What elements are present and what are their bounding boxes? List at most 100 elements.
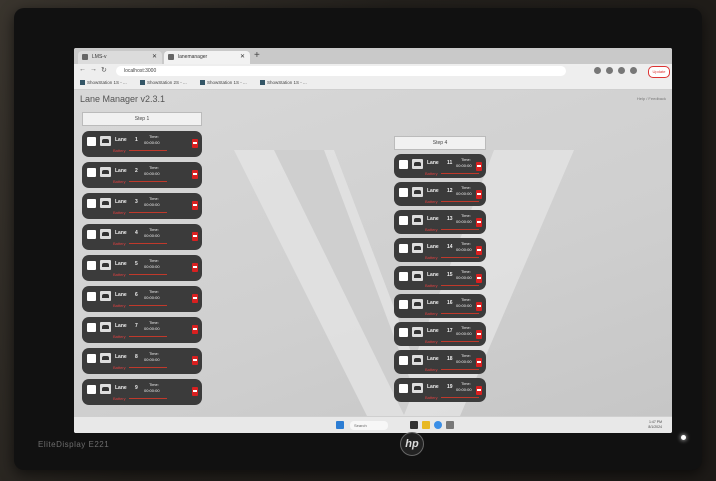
bookmark-item[interactable]: ShowStation 2S - ...	[140, 80, 187, 86]
back-icon[interactable]: ←	[79, 66, 86, 73]
lane-card[interactable]: Lane 5 Time: 00:00:00 Battery	[82, 255, 202, 281]
lane-checkbox[interactable]	[87, 292, 96, 301]
stop-button-icon[interactable]	[192, 201, 198, 210]
forward-icon[interactable]: →	[90, 66, 97, 73]
stop-button-icon[interactable]	[476, 358, 482, 367]
lane-checkbox[interactable]	[399, 160, 408, 169]
stop-button-icon[interactable]	[192, 232, 198, 241]
extension-icon[interactable]	[618, 67, 625, 74]
lane-card[interactable]: Lane 4 Time: 00:00:00 Battery	[82, 224, 202, 250]
lane-card[interactable]: Lane 2 Time: 00:00:00 Battery	[82, 162, 202, 188]
task-view-icon[interactable]	[410, 421, 418, 429]
bookmark-item[interactable]: ShowStation 1S - ...	[260, 80, 307, 86]
battery-label: Battery	[425, 367, 438, 372]
lane-card[interactable]: Lane 8 Time: 00:00:00 Battery	[82, 348, 202, 374]
stop-button-icon[interactable]	[192, 387, 198, 396]
close-tab-icon[interactable]: ✕	[240, 51, 245, 64]
app-icon[interactable]	[446, 421, 454, 429]
chrome-icon[interactable]	[434, 421, 442, 429]
stop-button-icon[interactable]	[476, 246, 482, 255]
lane-checkbox[interactable]	[399, 356, 408, 365]
profile-icon[interactable]	[630, 67, 637, 74]
stop-button-icon[interactable]	[476, 302, 482, 311]
lane-card[interactable]: Lane 6 Time: 00:00:00 Battery	[82, 286, 202, 312]
lane-card[interactable]: Lane 16 Time: 00:00:00 Battery	[394, 294, 486, 318]
battery-label: Battery	[113, 334, 126, 339]
lane-checkbox[interactable]	[87, 261, 96, 270]
lane-card[interactable]: Lane 13 Time: 00:00:00 Battery	[394, 210, 486, 234]
vehicle-icon	[100, 198, 111, 208]
battery-level-line	[441, 341, 479, 342]
stop-button-icon[interactable]	[476, 162, 482, 171]
lane-label: Lane	[115, 354, 127, 360]
lane-checkbox[interactable]	[87, 199, 96, 208]
extension-icon[interactable]	[606, 67, 613, 74]
lane-card[interactable]: Lane 12 Time: 00:00:00 Battery	[394, 182, 486, 206]
lane-checkbox[interactable]	[87, 230, 96, 239]
lane-card[interactable]: Lane 11 Time: 00:00:00 Battery	[394, 154, 486, 178]
stop-button-icon[interactable]	[192, 294, 198, 303]
lane-checkbox[interactable]	[399, 300, 408, 309]
help-link[interactable]: Help / Feedback	[637, 96, 666, 101]
lane-checkbox[interactable]	[87, 323, 96, 332]
lane-number: 18	[447, 356, 453, 362]
stop-button-icon[interactable]	[476, 330, 482, 339]
monitor: LMS-v ✕ lanemanager ✕ + ← → ↻ localhost:…	[14, 8, 702, 470]
update-button[interactable]: Update	[648, 66, 670, 78]
lane-checkbox[interactable]	[87, 354, 96, 363]
lane-checkbox[interactable]	[399, 216, 408, 225]
new-tab-icon[interactable]: +	[254, 50, 260, 61]
lane-card[interactable]: Lane 1 Time: 00:00:00 Battery	[82, 131, 202, 157]
windows-start-icon[interactable]	[336, 421, 344, 429]
stop-button-icon[interactable]	[476, 190, 482, 199]
lane-card[interactable]: Lane 7 Time: 00:00:00 Battery	[82, 317, 202, 343]
reload-icon[interactable]: ↻	[101, 66, 107, 74]
bookmark-item[interactable]: ShowStation 1S - ...	[80, 80, 127, 86]
time-label: Time:	[149, 196, 159, 201]
bookmark-icon	[140, 80, 145, 86]
step-column-4: Step 4 Lane 11 Time: 00:00:00 Battery Lane 12 T…	[394, 136, 486, 402]
taskbar-search[interactable]: Search	[350, 421, 388, 430]
lane-card[interactable]: Lane 19 Time: 00:00:00 Battery	[394, 378, 486, 402]
stop-button-icon[interactable]	[476, 386, 482, 395]
battery-level-line	[441, 229, 479, 230]
lane-checkbox[interactable]	[399, 328, 408, 337]
lane-card[interactable]: Lane 9 Time: 00:00:00 Battery	[82, 379, 202, 405]
browser-tab-1[interactable]: LMS-v ✕	[78, 51, 162, 64]
lane-number: 19	[447, 384, 453, 390]
lane-checkbox[interactable]	[399, 188, 408, 197]
battery-label: Battery	[425, 255, 438, 260]
lane-checkbox[interactable]	[87, 168, 96, 177]
taskbar-clock: 1:47 PM 8/1/2024	[648, 420, 662, 430]
vehicle-icon	[100, 136, 111, 146]
stop-button-icon[interactable]	[192, 325, 198, 334]
lane-checkbox[interactable]	[87, 385, 96, 394]
lane-checkbox[interactable]	[399, 384, 408, 393]
vehicle-icon	[412, 159, 423, 169]
stop-button-icon[interactable]	[192, 139, 198, 148]
hp-logo: hp	[400, 432, 424, 456]
lane-card[interactable]: Lane 18 Time: 00:00:00 Battery	[394, 350, 486, 374]
stop-button-icon[interactable]	[192, 170, 198, 179]
stop-button-icon[interactable]	[192, 356, 198, 365]
browser-tab-2[interactable]: lanemanager ✕	[164, 51, 250, 64]
lane-card[interactable]: Lane 3 Time: 00:00:00 Battery	[82, 193, 202, 219]
lane-checkbox[interactable]	[87, 137, 96, 146]
battery-level-line	[129, 150, 167, 151]
lane-checkbox[interactable]	[399, 244, 408, 253]
lane-label: Lane	[427, 244, 439, 250]
close-tab-icon[interactable]: ✕	[152, 51, 157, 64]
bookmark-item[interactable]: ShowStation 1S - ...	[200, 80, 247, 86]
lane-card[interactable]: Lane 14 Time: 00:00:00 Battery	[394, 238, 486, 262]
battery-label: Battery	[425, 227, 438, 232]
lane-card[interactable]: Lane 15 Time: 00:00:00 Battery	[394, 266, 486, 290]
url-field[interactable]: localhost:3000	[116, 66, 566, 76]
lane-card[interactable]: Lane 17 Time: 00:00:00 Battery	[394, 322, 486, 346]
extension-icon[interactable]	[594, 67, 601, 74]
battery-level-line	[441, 313, 479, 314]
lane-checkbox[interactable]	[399, 272, 408, 281]
stop-button-icon[interactable]	[192, 263, 198, 272]
stop-button-icon[interactable]	[476, 218, 482, 227]
stop-button-icon[interactable]	[476, 274, 482, 283]
file-explorer-icon[interactable]	[422, 421, 430, 429]
